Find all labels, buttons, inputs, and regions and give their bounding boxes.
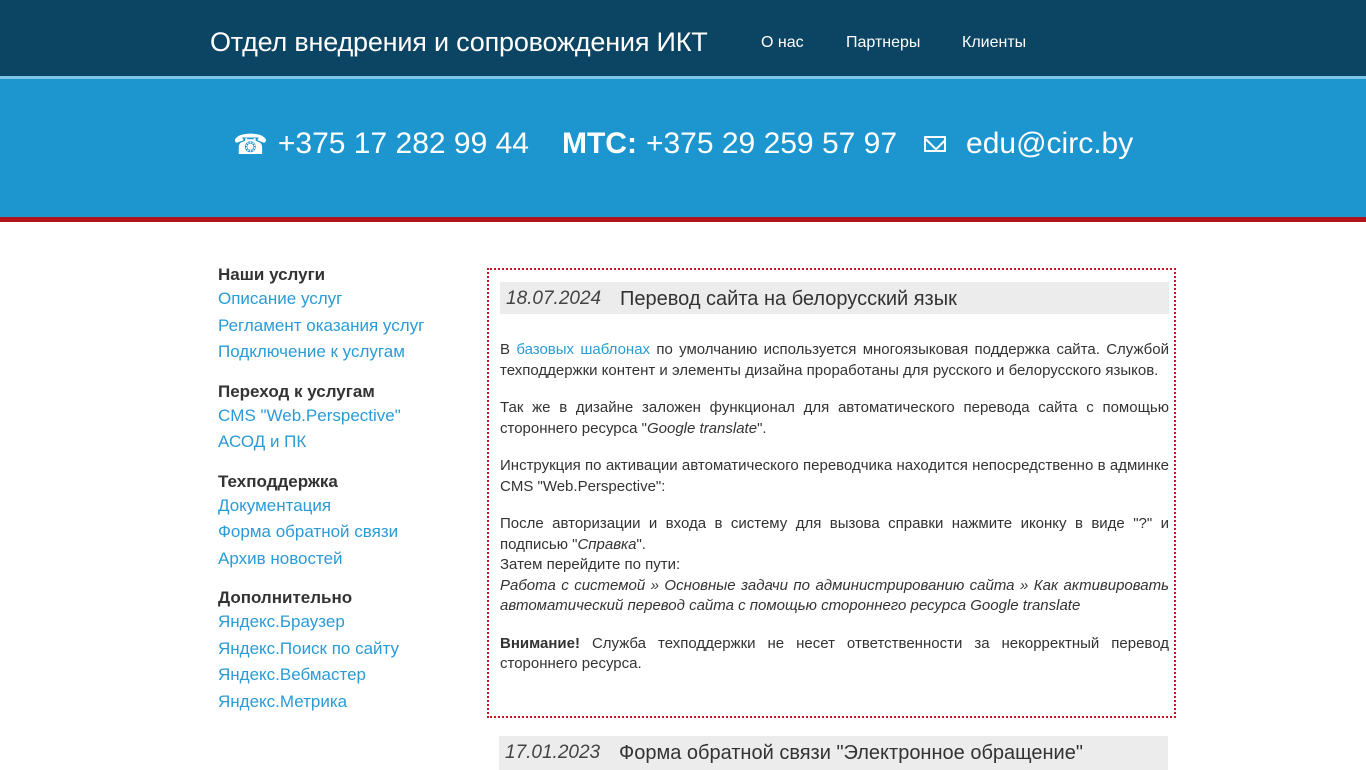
instruction-path: Работа с системой » Основные задачи по а… [500,576,1169,615]
news-paragraph: Инструкция по активации автоматического … [500,457,1169,495]
sidebar-group-go-to-services: Переход к услугам CMS "Web.Perspective" … [218,381,468,456]
mts-phone-number[interactable]: +375 29 259 57 97 [646,127,897,161]
sidebar-link-documentation[interactable]: Документация [218,493,468,520]
sidebar-link-yandex-metrika[interactable]: Яндекс.Метрика [218,689,468,716]
nav-about-link[interactable]: О нас [761,34,804,52]
sidebar-link-news-archive[interactable]: Архив новостей [218,546,468,573]
sidebar-heading: Наши услуги [218,265,326,284]
nav-partners-link[interactable]: Партнеры [846,34,920,52]
news-header: 17.01.2023 Форма обратной связи "Электро… [499,736,1168,770]
emphasis: Google translate [646,419,758,437]
news-date: 18.07.2024 [506,288,602,309]
sidebar-link-regulations[interactable]: Регламент оказания услуг [218,313,468,340]
sidebar-group-support: Техподдержка Документация Форма обратной… [218,471,468,573]
text: Так же в дизайне заложен функционал для … [500,399,1169,437]
text: В [500,341,517,358]
contacts-line: ☎ +375 17 282 99 44 МТС: +375 29 259 57 … [233,127,1133,161]
sidebar-group-services: Наши услуги Описание услуг Регламент ока… [218,264,468,366]
sidebar-link-yandex-webmaster[interactable]: Яндекс.Вебмастер [218,662,468,689]
sidebar-link-yandex-browser[interactable]: Яндекс.Браузер [218,609,468,636]
news-paragraph: В базовых шаблонах по умолчанию использу… [500,340,1169,381]
phone-number[interactable]: +375 17 282 99 44 [278,127,529,161]
news-title[interactable]: Форма обратной связи "Электронное обраще… [619,742,1083,765]
sidebar-link-services-description[interactable]: Описание услуг [218,286,468,313]
sidebar: Наши услуги Описание услуг Регламент ока… [218,264,468,730]
site-title[interactable]: Отдел внедрения и сопровождения ИКТ [210,27,708,58]
sidebar-heading: Техподдержка [218,471,338,491]
news-title[interactable]: Перевод сайта на белорусский язык [620,288,957,311]
warning-label: Внимание! [500,634,580,652]
news-body: В базовых шаблонах по умолчанию использу… [500,340,1169,692]
sidebar-link-connection[interactable]: Подключение к услугам [218,339,468,366]
phone-icon: ☎ [233,128,268,160]
sidebar-group-additional: Дополнительно Яндекс.Браузер Яндекс.Поис… [218,587,468,715]
sidebar-link-cms[interactable]: CMS "Web.Perspective" [218,403,468,430]
emphasis: Справка [577,535,637,553]
news-header: 18.07.2024 Перевод сайта на белорусский … [500,282,1169,314]
news-paragraph: После авторизации и входа в систему для … [500,514,1169,617]
news-paragraph: Так же в дизайне заложен функционал для … [500,398,1169,439]
email-address[interactable]: edu@circ.by [966,127,1133,161]
news-item: 18.07.2024 Перевод сайта на белорусский … [487,268,1176,718]
top-header: Отдел внедрения и сопровождения ИКТ О на… [0,0,1366,79]
mail-icon [924,136,947,152]
text: ". [636,535,646,553]
sidebar-heading: Переход к услугам [218,381,375,401]
mts-label: МТС: [561,127,637,160]
news-date: 17.01.2023 [505,742,601,763]
text: Служба техподдержки не несет ответственн… [500,634,1169,673]
base-templates-link[interactable]: базовых шаблонах [516,341,650,358]
text: ". [757,419,767,437]
text: Затем перейдите по пути: [500,556,681,573]
news-paragraph: Внимание! Служба техподдержки не несет о… [500,634,1169,675]
contact-banner: ☎ +375 17 282 99 44 МТС: +375 29 259 57 … [0,79,1366,222]
sidebar-heading: Дополнительно [218,588,353,607]
nav-clients-link[interactable]: Клиенты [962,34,1026,52]
sidebar-link-feedback-form[interactable]: Форма обратной связи [218,519,468,546]
sidebar-link-asod[interactable]: АСОД и ПК [218,429,468,456]
sidebar-link-yandex-search[interactable]: Яндекс.Поиск по сайту [218,636,468,663]
